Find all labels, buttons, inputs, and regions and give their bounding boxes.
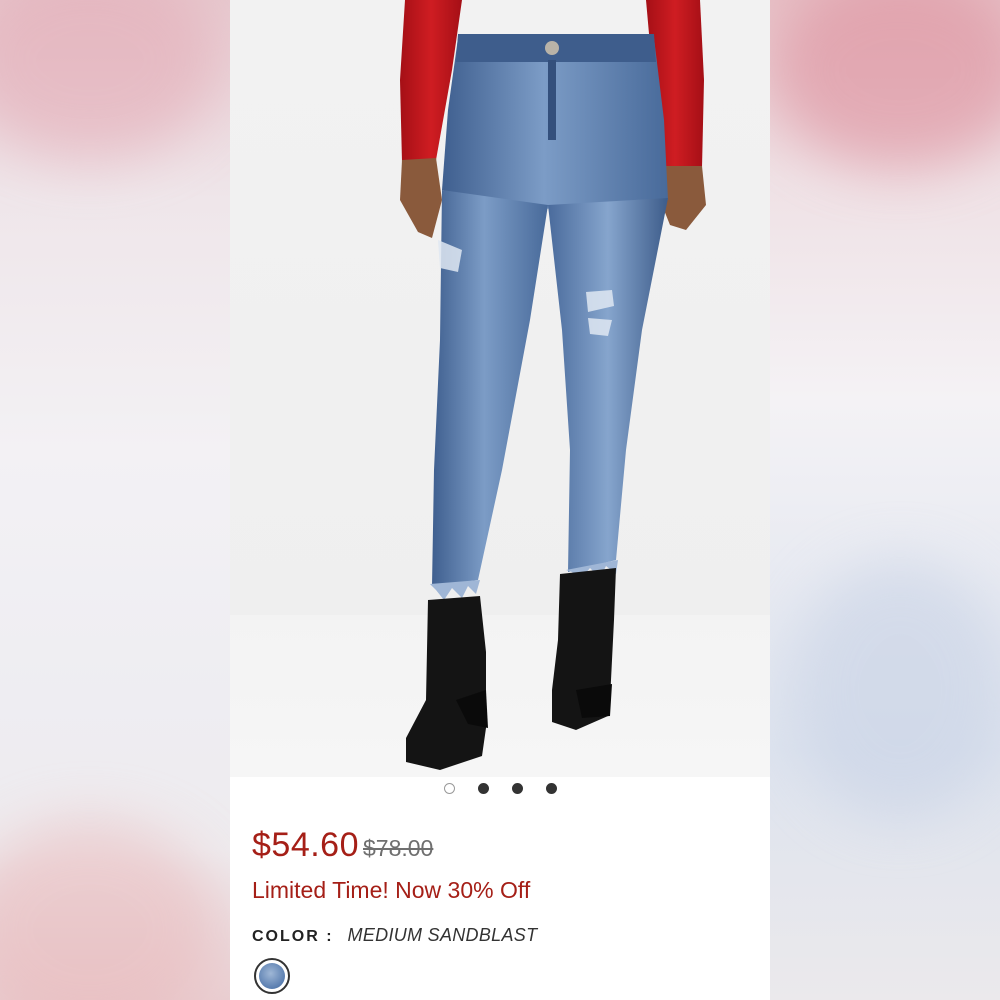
hand-left xyxy=(400,158,442,238)
boot-left xyxy=(406,596,486,770)
promo-text: Limited Time! Now 30% Off xyxy=(252,877,531,903)
color-swatch-medium-sandblast[interactable] xyxy=(254,958,290,994)
jeans-button xyxy=(545,41,559,55)
sale-price: $54.60 xyxy=(252,826,359,864)
model-illustration xyxy=(400,0,706,770)
price-row: $54.60 $78.00 xyxy=(252,826,433,865)
carousel-dot-2[interactable] xyxy=(477,783,489,794)
product-image[interactable] xyxy=(230,0,770,777)
color-value: MEDIUM SANDBLAST xyxy=(347,925,538,945)
jeans-leg-right xyxy=(548,198,668,572)
original-price: $78.00 xyxy=(363,835,434,861)
carousel-dot-3[interactable] xyxy=(511,783,523,794)
product-page: $54.60 $78.00 Limited Time! Now 30% Off … xyxy=(230,0,770,1000)
swatch-fill xyxy=(259,963,285,989)
carousel-dot-1[interactable] xyxy=(443,783,455,794)
color-row: COLOR : MEDIUM SANDBLAST xyxy=(252,925,537,946)
carousel-dot-4[interactable] xyxy=(545,783,557,794)
blurred-backdrop-left xyxy=(0,0,230,1000)
blurred-backdrop-right xyxy=(770,0,1000,1000)
color-label: COLOR : xyxy=(252,928,334,945)
carousel-pagination xyxy=(230,783,770,797)
